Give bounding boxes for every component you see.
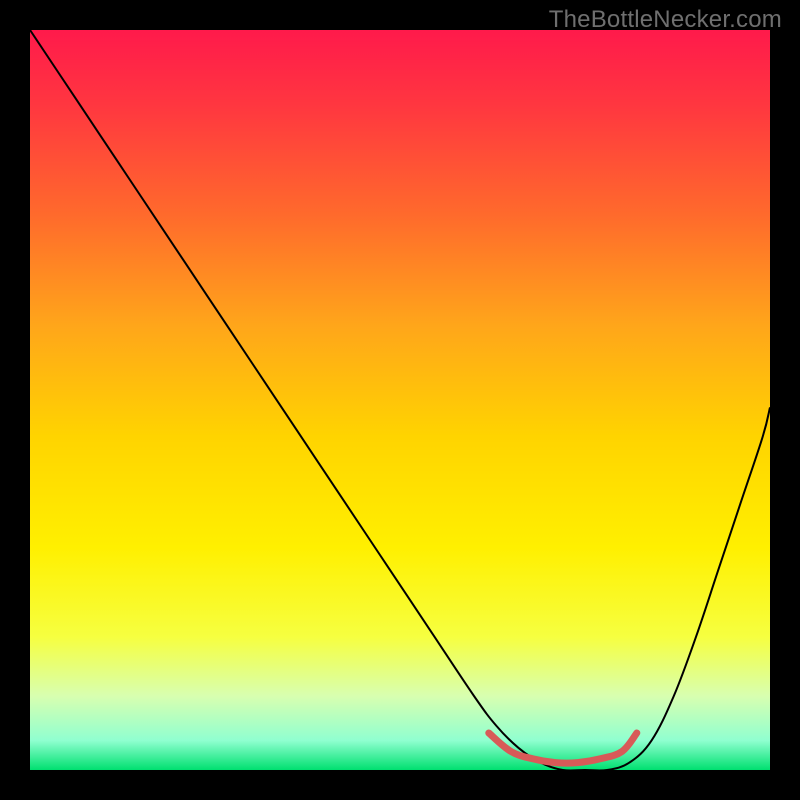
bottleneck-chart — [30, 30, 770, 770]
chart-container: { "watermark": "TheBottleNecker.com", "c… — [0, 0, 800, 800]
watermark-text: TheBottleNecker.com — [549, 6, 782, 34]
chart-background — [30, 30, 770, 770]
chart-svg — [30, 30, 770, 770]
